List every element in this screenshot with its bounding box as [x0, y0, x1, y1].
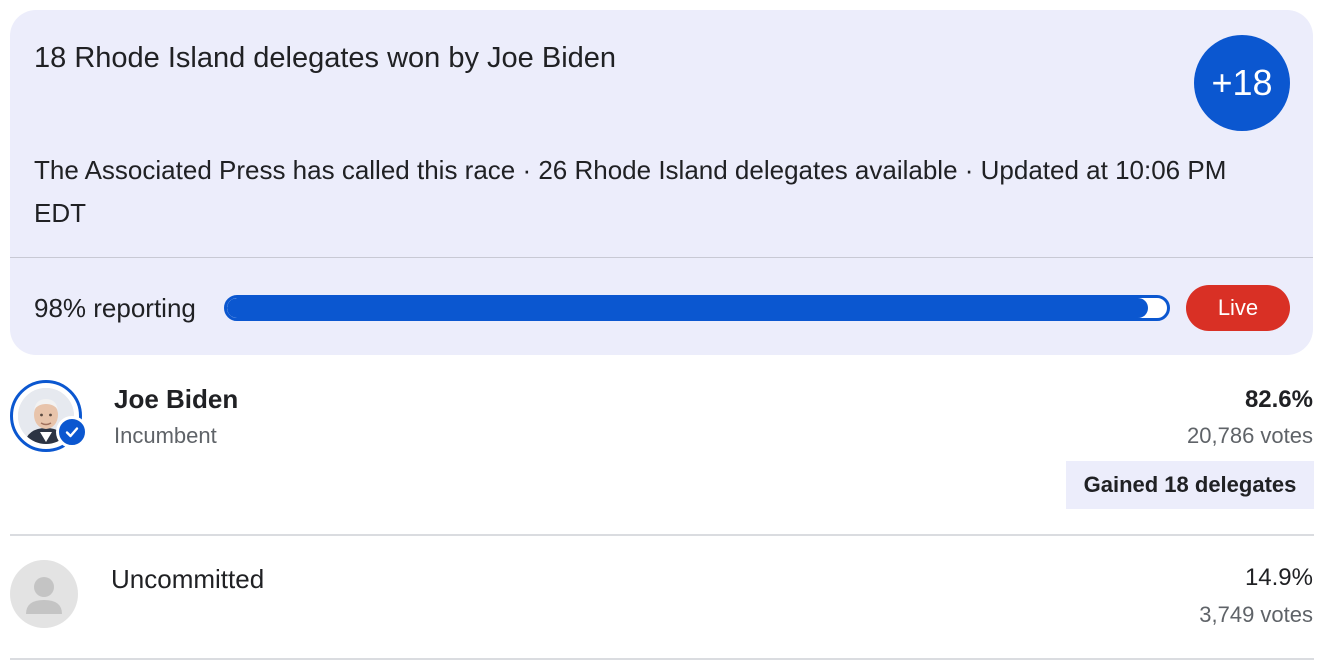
candidate-avatar [10, 380, 88, 452]
candidate-vote-percent: 14.9% [1244, 564, 1313, 591]
row-divider [10, 658, 1314, 660]
row-divider [10, 534, 1314, 536]
card-divider [10, 257, 1313, 258]
candidate-vote-count: 3,749 votes [1199, 602, 1313, 627]
delegates-gained-tag: Gained 18 delegates [1066, 461, 1314, 509]
reporting-progress-fill [227, 298, 1149, 318]
candidate-name: Joe Biden [114, 384, 239, 414]
candidate-incumbent-label: Incumbent [114, 423, 217, 448]
election-results-panel: 18 Rhode Island delegates won by Joe Bid… [0, 0, 1330, 664]
candidate-vote-percent: 82.6% [1244, 386, 1313, 413]
reporting-progress-bar [224, 295, 1170, 321]
race-summary-card: 18 Rhode Island delegates won by Joe Bid… [10, 10, 1313, 355]
delegates-won-badge: +18 [1194, 35, 1290, 131]
candidate-name: Uncommitted [111, 564, 265, 594]
winner-check-icon [56, 416, 88, 448]
candidate-vote-count: 20,786 votes [1187, 423, 1313, 448]
live-badge[interactable]: Live [1186, 285, 1290, 331]
person-placeholder-icon [10, 560, 78, 628]
race-call-info: The Associated Press has called this rac… [34, 155, 1227, 228]
reporting-label: 98% reporting [34, 293, 196, 323]
race-headline: 18 Rhode Island delegates won by Joe Bid… [34, 42, 617, 74]
